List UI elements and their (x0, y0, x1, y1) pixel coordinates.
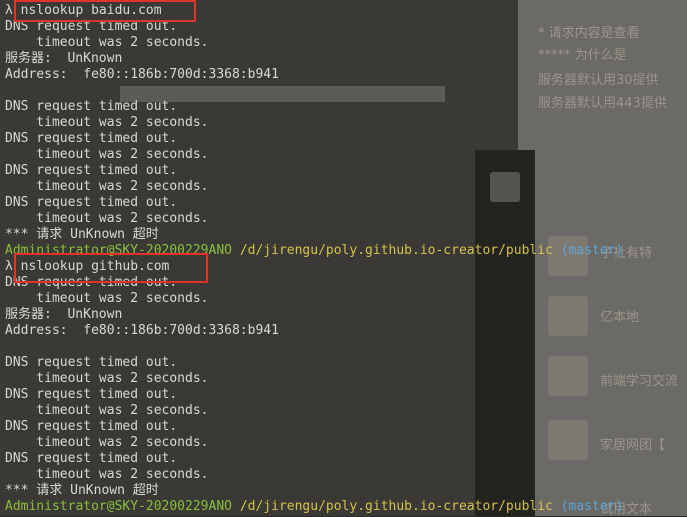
output-line: timeout was 2 seconds. (5, 467, 209, 482)
output-line: timeout was 2 seconds. (5, 403, 209, 418)
output-line: Address: fe80::186b:700d:3368:b941 (5, 67, 279, 82)
prompt-path: /d/jirengu/poly.github.io-creator/public (239, 243, 553, 258)
output-line: DNS request timed out. (5, 163, 178, 178)
output-line: timeout was 2 seconds. (5, 371, 209, 386)
output-line: timeout was 2 seconds. (5, 115, 209, 130)
output-line: DNS request timed out. (5, 195, 178, 210)
output-line: DNS request timed out. (5, 419, 178, 434)
prompt-user: Administrator@SKY-20200229ANO (5, 499, 232, 514)
output-line: 服务器: UnKnown (5, 307, 123, 322)
highlight-box-baidu-command (14, 0, 196, 22)
output-line: DNS request timed out. (5, 99, 178, 114)
output-line: DNS request timed out. (5, 355, 178, 370)
output-line: DNS request timed out. (5, 387, 178, 402)
output-line: timeout was 2 seconds. (5, 35, 209, 50)
shell-prompt: Administrator@SKY-20200229ANO /d/jirengu… (5, 499, 623, 515)
output-line: *** 请求 UnKnown 超时 (5, 227, 159, 242)
output-line: timeout was 2 seconds. (5, 179, 209, 194)
prompt-branch: (master) (560, 243, 624, 258)
output-line: 服务器: UnKnown (5, 51, 123, 66)
output-line: timeout was 2 seconds. (5, 291, 209, 306)
output-line: *** 请求 UnKnown 超时 (5, 483, 159, 498)
output-line: DNS request timed out. (5, 451, 178, 466)
output-line: timeout was 2 seconds. (5, 435, 209, 450)
terminal-window[interactable]: λ nslookup baidu.com DNS request timed o… (0, 0, 687, 516)
highlight-box-github-command (14, 253, 208, 283)
output-line: DNS request timed out. (5, 131, 178, 146)
output-line: timeout was 2 seconds. (5, 147, 209, 162)
prompt-path: /d/jirengu/poly.github.io-creator/public (239, 499, 553, 514)
output-line: timeout was 2 seconds. (5, 211, 209, 226)
prompt-branch: (master) (560, 499, 624, 514)
output-line: Address: fe80::186b:700d:3368:b941 (5, 323, 279, 338)
